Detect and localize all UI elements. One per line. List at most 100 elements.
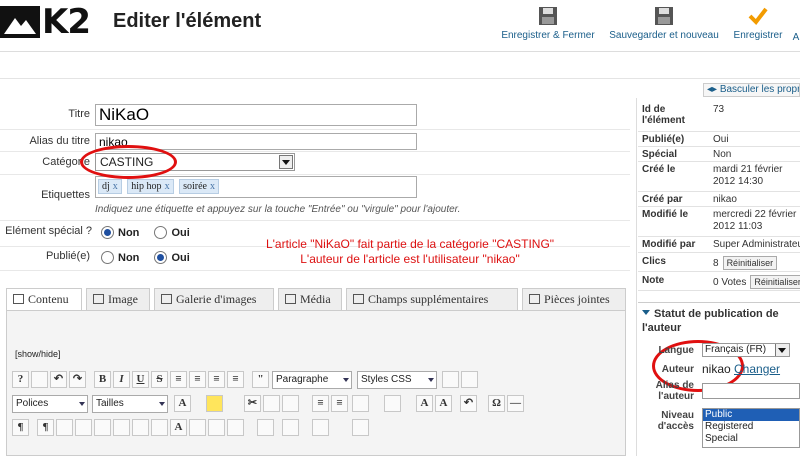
published-yes-option[interactable]: Oui <box>154 251 190 264</box>
superscript-icon[interactable]: A <box>435 395 452 412</box>
insert-row-icon[interactable] <box>282 419 299 436</box>
fullscreen-icon[interactable] <box>352 419 369 436</box>
text-color-icon[interactable]: A <box>174 395 191 412</box>
info-row: Clics 8 Réinitialiser <box>638 253 800 272</box>
save-close-button[interactable]: Enregistrer & Fermer <box>500 6 596 41</box>
size-select[interactable]: Tailles <box>92 395 168 413</box>
find-icon[interactable] <box>208 419 225 436</box>
chevron-down-icon <box>79 402 85 406</box>
chevron-down-icon <box>279 155 293 169</box>
author-alias-label: Alias de l'auteur <box>655 380 694 402</box>
radio-off-icon <box>101 251 114 264</box>
help-icon[interactable]: ? <box>12 371 29 388</box>
author-value: nikao <box>702 362 731 376</box>
spellcheck-icon[interactable] <box>312 419 329 436</box>
tab-image[interactable]: Image <box>86 288 150 310</box>
special-radio-group: Non Oui <box>101 226 202 239</box>
redo-icon[interactable]: ↷ <box>69 371 86 388</box>
table-icon[interactable] <box>113 419 130 436</box>
author-panel-title[interactable]: Statut de publication de l'auteur <box>642 307 800 335</box>
tab-content[interactable]: Contenu <box>6 288 82 311</box>
info-value: Super Administrateur <box>713 239 800 250</box>
underline-button[interactable]: U <box>132 371 149 388</box>
align-center-icon[interactable]: ≡ <box>189 371 206 388</box>
tag-text: dj <box>102 181 110 192</box>
reset-hits-button[interactable]: Réinitialiser <box>722 256 778 270</box>
logo-text: K2 <box>42 2 91 42</box>
access-level-list[interactable]: Public Registered Special <box>702 408 800 448</box>
special-no-option[interactable]: Non <box>101 226 139 239</box>
reset-rating-button[interactable]: Réinitialiser <box>750 275 800 289</box>
info-value: Oui <box>713 134 729 145</box>
change-author-link[interactable]: Changer <box>734 362 780 376</box>
bold-button[interactable]: B <box>94 371 111 388</box>
replace-icon[interactable] <box>227 419 244 436</box>
bullet-list-icon[interactable] <box>384 395 401 412</box>
template-icon[interactable] <box>132 419 149 436</box>
tag-remove-icon[interactable]: x <box>165 181 170 192</box>
cut-icon[interactable]: ✂ <box>244 395 261 412</box>
outdent-icon[interactable]: ≡ <box>331 395 348 412</box>
language-select[interactable]: Français (FR) <box>702 343 790 357</box>
save-new-button[interactable]: Sauvegarder et nouveau <box>606 6 722 41</box>
font-increase-icon[interactable]: A <box>170 419 187 436</box>
numbered-list-icon[interactable] <box>352 395 369 412</box>
align-left-icon[interactable]: ≡ <box>208 371 225 388</box>
media-icon[interactable] <box>75 419 92 436</box>
quote-icon[interactable]: " <box>252 371 269 388</box>
divider <box>0 129 630 130</box>
editor-toolbar-row-3: ¶ ¶ A <box>12 417 622 439</box>
preview-icon[interactable] <box>257 419 274 436</box>
omega-icon[interactable]: Ω <box>488 395 505 412</box>
access-option[interactable]: Special <box>703 433 799 445</box>
align-right-icon[interactable]: ≡ <box>227 371 244 388</box>
styles-select[interactable]: Styles CSS <box>357 371 437 389</box>
save-button[interactable]: Enregistrer <box>730 6 786 41</box>
tab-gallery[interactable]: Galerie d'images <box>154 288 274 310</box>
title-input[interactable] <box>95 104 417 126</box>
access-option-selected[interactable]: Public <box>703 409 799 421</box>
align-justify-icon[interactable]: ≡ <box>170 371 187 388</box>
code-icon[interactable] <box>94 419 111 436</box>
subscript-icon[interactable]: A <box>416 395 433 412</box>
fields-icon <box>353 294 364 304</box>
special-yes-option[interactable]: Oui <box>154 226 190 239</box>
eraser-icon[interactable] <box>442 371 459 388</box>
copy-icon[interactable] <box>263 395 280 412</box>
format-select[interactable]: Paragraphe <box>272 371 352 389</box>
access-option[interactable]: Registered <box>703 421 799 433</box>
brush-icon[interactable] <box>461 371 478 388</box>
indent-icon[interactable]: ≡ <box>312 395 329 412</box>
undo-icon[interactable]: ↶ <box>50 371 67 388</box>
new-document-icon[interactable] <box>31 371 48 388</box>
paragraph-icon[interactable]: ¶ <box>12 419 29 436</box>
anchor-icon[interactable] <box>151 419 168 436</box>
print-icon[interactable] <box>189 419 206 436</box>
tab-attachments[interactable]: Pièces jointes <box>522 288 626 310</box>
title-label: Titre <box>68 108 90 120</box>
show-hide-link[interactable]: [show/hide] <box>15 349 61 359</box>
tab-extra-fields[interactable]: Champs supplémentaires <box>346 288 518 310</box>
image-insert-icon[interactable] <box>56 419 73 436</box>
tags-input[interactable]: dj x hip hop x soirée x <box>95 176 417 198</box>
tags-hint: Indiquez une étiquette et appuyez sur la… <box>95 204 461 215</box>
info-row: Publié(e) Oui <box>638 132 800 147</box>
tab-media[interactable]: Média <box>278 288 342 310</box>
paste-icon[interactable] <box>282 395 299 412</box>
k2-logo[interactable]: K2 <box>0 2 92 42</box>
apply-button[interactable]: A <box>792 32 800 43</box>
italic-button[interactable]: I <box>113 371 130 388</box>
wysiwyg-editor: [show/hide] ? ↶ ↷ B I U S ≡ ≡ ≡ ≡ " Para… <box>6 310 626 456</box>
horizontal-rule-icon[interactable]: — <box>507 395 524 412</box>
tag-remove-icon[interactable]: x <box>113 181 118 192</box>
tag-remove-icon[interactable]: x <box>210 181 215 192</box>
undo-small-icon[interactable]: ↶ <box>460 395 477 412</box>
strike-button[interactable]: S <box>151 371 168 388</box>
font-select[interactable]: Polices <box>12 395 88 413</box>
author-alias-input[interactable] <box>702 383 800 399</box>
info-key: Modifié par <box>642 239 696 250</box>
highlight-icon[interactable] <box>206 395 223 412</box>
toggle-properties-link[interactable]: ◂▸ Basculer les propriétés <box>703 83 800 97</box>
rtl-icon[interactable]: ¶ <box>37 419 54 436</box>
published-no-option[interactable]: Non <box>101 251 139 264</box>
